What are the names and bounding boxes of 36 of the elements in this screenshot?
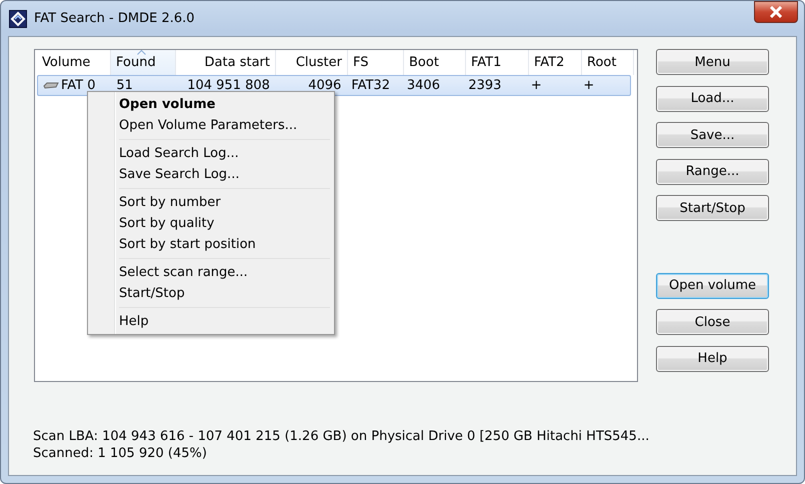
menu-item[interactable]: Save Search Log... [90,164,332,185]
table-cell-text: + [530,77,543,95]
status-text: Scanned: 1 105 920 (45%) [33,446,208,461]
menu-item[interactable]: Sort by quality [90,213,332,234]
dialog-button[interactable]: Help [656,346,769,372]
table-cell-text: 4096 [307,77,342,95]
menu-item[interactable]: Open Volume Parameters... [90,115,332,136]
menu-item[interactable]: Start/Stop [90,283,332,304]
dialog-button[interactable]: Range... [656,158,769,184]
table-cell-text: 3406 [406,77,441,95]
menu-item[interactable]: Sort by number [90,192,332,213]
dialog-button[interactable]: Menu [656,49,769,75]
close-button[interactable] [754,1,798,22]
dialog-button[interactable]: Open volume [656,272,769,298]
table-cell-text: + [582,77,596,95]
table-cell-text: 51 [115,77,134,95]
dialog-button[interactable]: Close [656,309,769,335]
menu-item[interactable]: Open volume [90,94,332,115]
table-cell-text: 104 951 808 [186,77,271,95]
menu-item[interactable]: Help [90,311,332,332]
drive-icon [43,82,59,90]
status-text: Scan LBA: 104 943 616 - 107 401 215 (1.26 GB) on Physical Drive 0 [250 GB Hitachi HTS545... [33,429,650,444]
menu-item[interactable]: Sort by start position [90,234,332,255]
app-icon [9,10,27,28]
window-title: FAT Search - DMDE 2.6.0 [34,11,196,26]
table-cell-text: FAT32 [350,77,391,95]
menu-item[interactable]: Load Search Log... [90,143,332,164]
table-cell: FAT 0 [38,76,112,95]
dialog-button[interactable]: Save... [656,122,769,148]
menu-item[interactable]: Select scan range... [90,262,332,283]
table-cell-text: 2393 [467,77,502,95]
close-icon [769,6,783,18]
dialog-button[interactable]: Start/Stop [656,195,769,221]
dialog-button[interactable]: Load... [656,86,769,112]
result-row[interactable]: FAT 0 51 104 951 808 4096 FAT32 3406 2393 + + [37,75,631,96]
column-header[interactable]: Found [111,50,176,75]
